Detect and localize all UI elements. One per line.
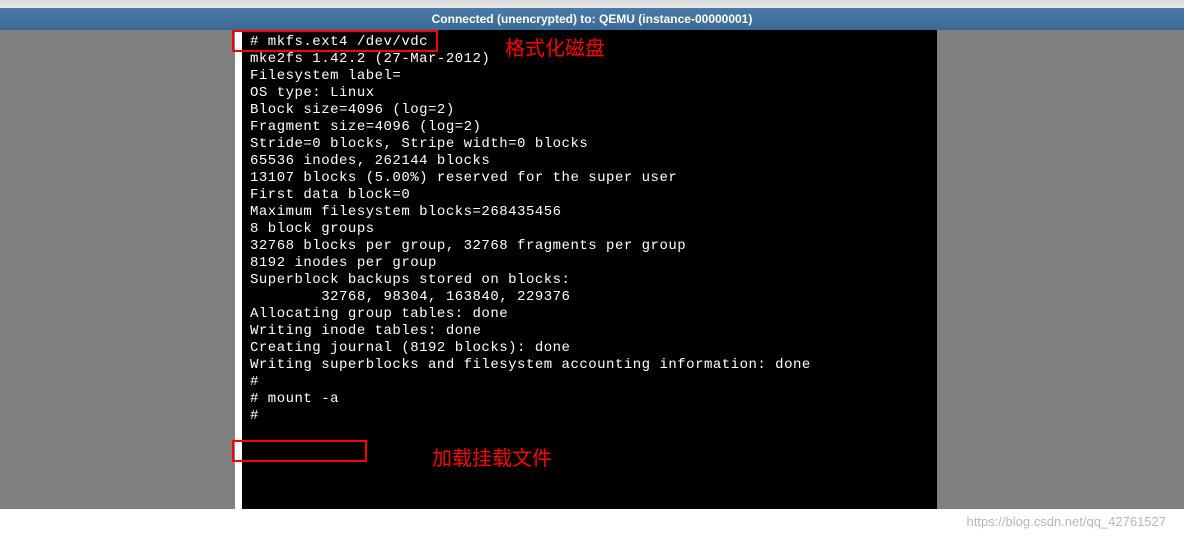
annotation-mount-file: 加载挂载文件 [432, 442, 552, 471]
console-line: First data block=0 [250, 187, 934, 204]
console-line: 13107 blocks (5.00%) reserved for the su… [250, 170, 934, 187]
console-line: Superblock backups stored on blocks: [250, 272, 934, 289]
console-line: Block size=4096 (log=2) [250, 102, 934, 119]
top-strip [0, 0, 1184, 8]
terminal-console[interactable]: # mkfs.ext4 /dev/vdc mke2fs 1.42.2 (27-M… [242, 30, 942, 510]
console-line: Allocating group tables: done [250, 306, 934, 323]
console-line: 32768 blocks per group, 32768 fragments … [250, 238, 934, 255]
side-panel-right [937, 30, 1184, 509]
connection-status-text: Connected (unencrypted) to: QEMU (instan… [432, 12, 753, 26]
console-line: # [250, 408, 934, 425]
console-line: Maximum filesystem blocks=268435456 [250, 204, 934, 221]
side-panel-left [0, 30, 235, 509]
watermark-text: https://blog.csdn.net/qq_42761527 [967, 514, 1167, 529]
console-line: Filesystem label= [250, 68, 934, 85]
console-line: Writing superblocks and filesystem accou… [250, 357, 934, 374]
connection-status-bar: Connected (unencrypted) to: QEMU (instan… [0, 8, 1184, 30]
console-line: # [250, 374, 934, 391]
annotation-format-disk: 格式化磁盘 [505, 32, 605, 61]
console-line: # mount -a [250, 391, 934, 408]
console-line: 32768, 98304, 163840, 229376 [250, 289, 934, 306]
console-line: Creating journal (8192 blocks): done [250, 340, 934, 357]
console-line: 8192 inodes per group [250, 255, 934, 272]
console-line: Fragment size=4096 (log=2) [250, 119, 934, 136]
console-line: Writing inode tables: done [250, 323, 934, 340]
console-line: OS type: Linux [250, 85, 934, 102]
console-line: 8 block groups [250, 221, 934, 238]
console-line: Stride=0 blocks, Stripe width=0 blocks [250, 136, 934, 153]
console-line: 65536 inodes, 262144 blocks [250, 153, 934, 170]
